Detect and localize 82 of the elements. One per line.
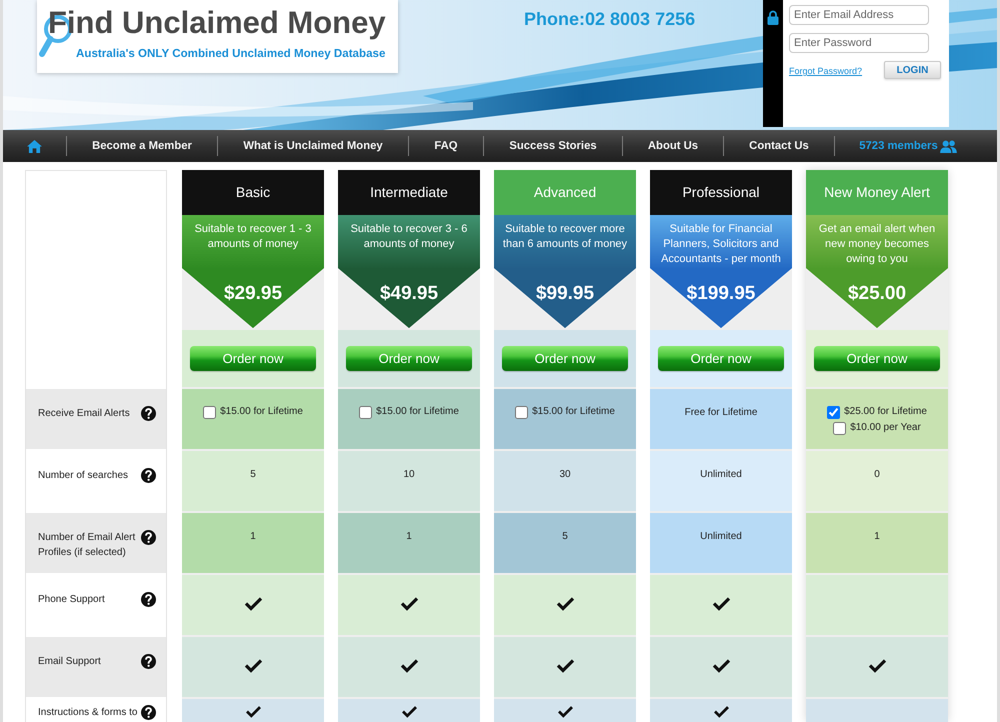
site-tagline: Australia's ONLY Combined Unclaimed Money Database: [76, 47, 386, 61]
plan-description: Suitable to recover 1 - 3 amounts of money: [194, 222, 312, 252]
help-icon[interactable]: [141, 705, 156, 720]
plan-description: Suitable for Financial Planners, Solicitors and Accountants - per month: [660, 222, 782, 267]
check-icon: [868, 658, 886, 673]
login-button[interactable]: LOGIN: [884, 61, 941, 79]
plan-price: $49.95: [380, 283, 438, 305]
nav-link[interactable]: About Us: [648, 139, 698, 153]
order-button[interactable]: Order now: [346, 346, 472, 371]
check-icon: [556, 658, 574, 673]
plan-name: Basic: [182, 170, 324, 215]
table-cell: 30: [494, 451, 636, 511]
help-icon[interactable]: [141, 468, 156, 483]
plan-name: Professional: [650, 170, 792, 215]
plan-description: Get an email alert when new money becomes owing to you: [818, 222, 936, 267]
table-cell: 1: [806, 513, 948, 573]
nav-link[interactable]: Contact Us: [749, 139, 809, 153]
table-cell: 5: [182, 451, 324, 511]
check-icon: [244, 658, 262, 673]
option-label: $10.00 per Year: [850, 421, 921, 435]
people-icon: [940, 140, 957, 152]
nav-link[interactable]: What is Unclaimed Money: [243, 139, 383, 153]
table-cell: Unlimited: [650, 513, 792, 573]
table-cell: Unlimited: [650, 451, 792, 511]
password-field[interactable]: Enter Password: [789, 33, 929, 53]
phone-number: Phone:02 8003 7256: [524, 9, 696, 29]
order-button[interactable]: Order now: [658, 346, 784, 371]
check-icon: [712, 658, 730, 673]
help-icon[interactable]: [141, 592, 156, 607]
order-button[interactable]: Order now: [190, 346, 316, 371]
order-button[interactable]: Order now: [814, 346, 940, 371]
table-cell: 10: [338, 451, 480, 511]
feature-label: Email Support: [38, 655, 101, 669]
plan-price: $29.95: [224, 283, 282, 305]
nav-link[interactable]: FAQ: [434, 139, 458, 153]
plan-price: $25.00: [848, 283, 906, 305]
check-icon: [244, 596, 262, 611]
feature-label: Instructions & forms to: [38, 706, 138, 720]
table-cell: 1: [182, 513, 324, 573]
help-icon[interactable]: [141, 406, 156, 421]
plan-description: Suitable to recover more than 6 amounts of money: [502, 222, 628, 252]
option-label: $15.00 for Lifetime: [376, 405, 459, 419]
feature-label: Receive Email Alerts: [38, 407, 130, 421]
check-icon: [400, 596, 418, 611]
email-field[interactable]: Enter Email Address: [789, 5, 929, 25]
option-label: $15.00 for Lifetime: [532, 405, 615, 419]
nav-link[interactable]: Become a Member: [92, 139, 192, 153]
check-icon: [712, 596, 730, 611]
checkbox[interactable]: [827, 406, 840, 418]
plan-name: New Money Alert: [806, 170, 948, 215]
check-icon: [556, 596, 574, 611]
check-icon: [244, 705, 262, 718]
lock-icon: [767, 10, 779, 25]
nav-link[interactable]: Success Stories: [509, 139, 597, 153]
check-icon: [556, 705, 574, 718]
checkbox[interactable]: [359, 406, 372, 418]
checkbox[interactable]: [515, 406, 528, 418]
feature-label: Number of Email Alert Profiles (if selected): [38, 531, 136, 560]
forgot-password-link[interactable]: Forgot Password?: [789, 66, 862, 77]
plan-name: Intermediate: [338, 170, 480, 215]
table-cell: 5: [494, 513, 636, 573]
help-icon[interactable]: [141, 654, 156, 669]
check-icon: [400, 658, 418, 673]
option-label: $15.00 for Lifetime: [220, 405, 303, 419]
table-cell: 0: [806, 451, 948, 511]
plan-price: $199.95: [686, 283, 756, 305]
check-icon: [400, 705, 418, 718]
feature-label: Phone Support: [38, 593, 105, 607]
order-button[interactable]: Order now: [502, 346, 628, 371]
checkbox[interactable]: [203, 406, 216, 418]
table-cell: Free for Lifetime: [650, 389, 792, 449]
plan-name: Advanced: [494, 170, 636, 215]
feature-label: Number of searches: [38, 469, 128, 483]
option-label: $25.00 for Lifetime: [844, 405, 927, 419]
help-icon[interactable]: [141, 530, 156, 545]
member-count[interactable]: 5723 members: [859, 139, 938, 153]
plan-description: Suitable to recover 3 - 6 amounts of money: [350, 222, 468, 252]
plan-price: $99.95: [536, 283, 594, 305]
check-icon: [712, 705, 730, 718]
home-icon[interactable]: [27, 140, 42, 152]
table-cell: 1: [338, 513, 480, 573]
checkbox[interactable]: [833, 422, 846, 434]
